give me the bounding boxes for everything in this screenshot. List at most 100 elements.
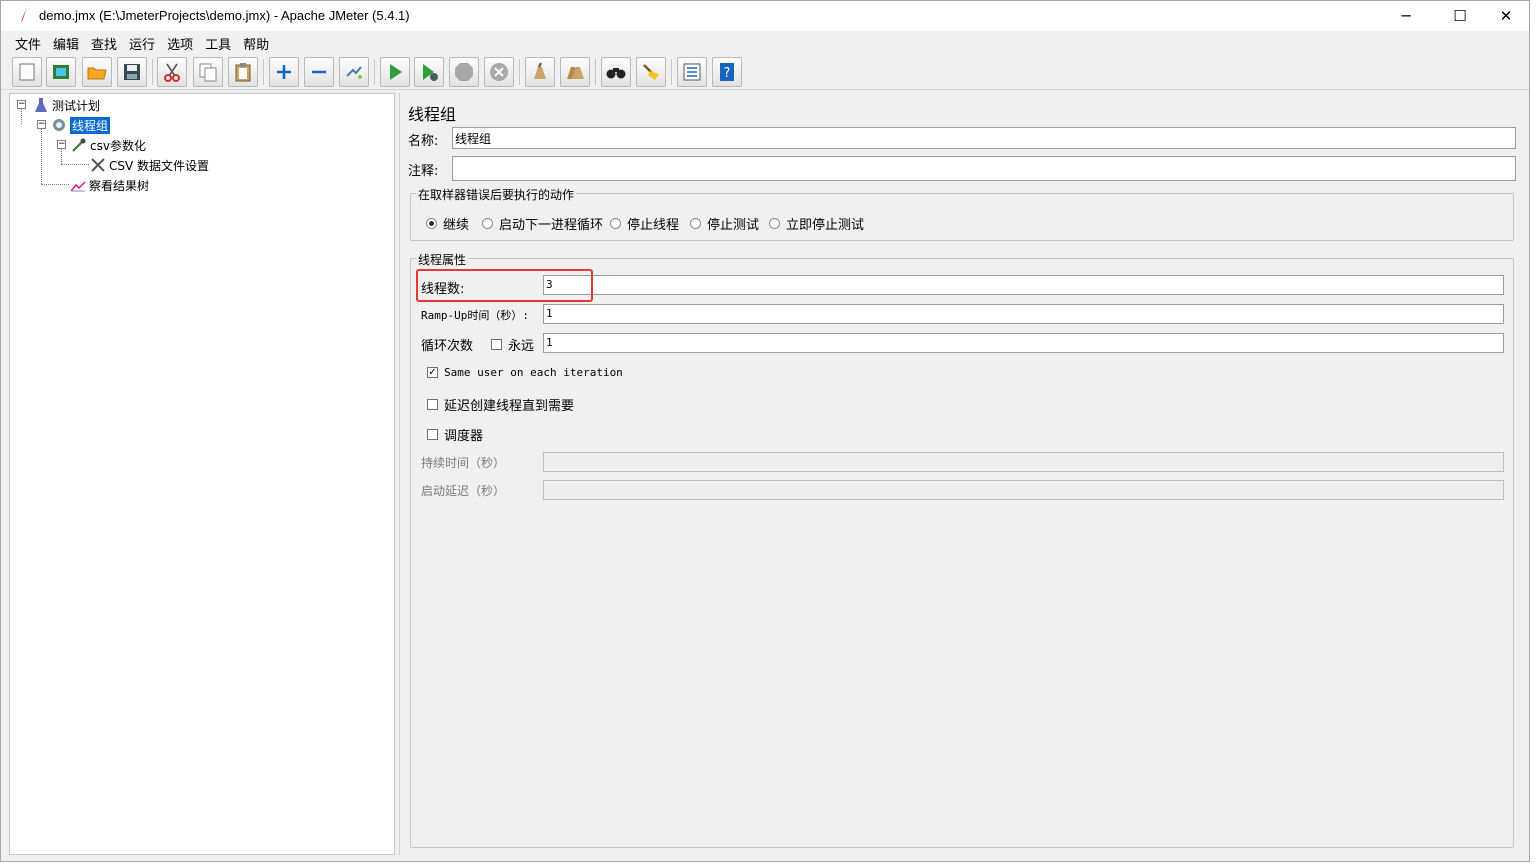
tree-node-csv-param[interactable]: csv参数化 — [70, 135, 146, 155]
paste-button[interactable] — [228, 57, 258, 87]
collapse-thread-group[interactable]: − — [37, 120, 46, 129]
reset-search-button[interactable] — [636, 57, 666, 87]
radio-dot — [426, 218, 437, 229]
toolbar-separator — [374, 59, 375, 85]
collapse-test-plan[interactable]: − — [17, 100, 26, 109]
radio-continue[interactable]: 继续 — [426, 214, 469, 233]
start-button[interactable] — [380, 57, 410, 87]
menu-bar: 文件 编辑 查找 运行 选项 工具 帮助 — [1, 31, 1529, 53]
reset-search-icon — [643, 64, 659, 80]
checkbox-box — [427, 429, 438, 440]
save-button[interactable] — [117, 57, 147, 87]
delay-thread-creation-checkbox[interactable]: 延迟创建线程直到需要 — [427, 395, 574, 414]
tree-node-thread-group[interactable]: 线程组 — [50, 115, 111, 135]
search-icon — [606, 68, 626, 79]
menu-file[interactable]: 文件 — [9, 31, 47, 53]
start-no-pause-button[interactable] — [414, 57, 444, 87]
stop-icon — [455, 63, 473, 81]
error-action-legend: 在取样器错误后要执行的动作 — [416, 186, 577, 203]
copy-button[interactable] — [193, 57, 223, 87]
tree-label-csv-param: csv参数化 — [90, 138, 146, 153]
clear-button[interactable] — [525, 57, 555, 87]
tree-node-csv-config[interactable]: CSV 数据文件设置 — [89, 155, 209, 175]
radio-dot — [769, 218, 780, 229]
loop-count-field[interactable]: 1 — [543, 333, 1504, 353]
tree-label-test-plan: 测试计划 — [52, 98, 101, 113]
open-button[interactable] — [82, 57, 112, 87]
save-icon — [124, 64, 140, 80]
menu-options[interactable]: 选项 — [161, 31, 199, 53]
collapse-button[interactable] — [304, 57, 334, 87]
checkbox-box — [491, 339, 502, 350]
thread-properties-legend: 线程属性 — [416, 251, 469, 268]
tree-node-test-plan[interactable]: 测试计划 — [32, 95, 100, 115]
start-no-pause-icon — [423, 64, 438, 81]
radio-stop-test[interactable]: 停止测试 — [690, 214, 759, 233]
minimize-button[interactable]: ─ — [1383, 1, 1429, 31]
open-icon — [87, 67, 107, 80]
threads-field[interactable]: 3 — [543, 275, 1504, 295]
shutdown-button[interactable] — [484, 57, 514, 87]
toolbar-separator — [263, 59, 264, 85]
window-title: demo.jmx (E:\JmeterProjects\demo.jmx) - … — [39, 8, 410, 23]
new-icon — [19, 63, 35, 81]
pane-splitter[interactable] — [395, 93, 400, 855]
radio-stop-thread[interactable]: 停止线程 — [610, 214, 679, 233]
radio-stop-test-now[interactable]: 立即停止测试 — [769, 214, 864, 233]
toggle-button[interactable] — [339, 57, 369, 87]
menu-run[interactable]: 运行 — [123, 31, 161, 53]
scheduler-checkbox[interactable]: 调度器 — [427, 425, 483, 444]
clear-all-button[interactable] — [560, 57, 590, 87]
clear-all-icon — [567, 67, 584, 79]
tree-label-csv-config: CSV 数据文件设置 — [109, 158, 210, 173]
collapse-csv-param[interactable]: − — [57, 140, 66, 149]
tree-node-results-tree[interactable]: 察看结果树 — [69, 175, 149, 195]
start-icon — [390, 64, 402, 80]
new-button[interactable] — [12, 57, 42, 87]
help-icon: ? — [720, 63, 734, 81]
checkmark-icon: ✓ — [427, 367, 438, 378]
menu-edit[interactable]: 编辑 — [47, 31, 85, 53]
templates-button[interactable] — [46, 57, 76, 87]
maximize-button[interactable]: ☐ — [1437, 1, 1483, 31]
stop-button[interactable] — [449, 57, 479, 87]
same-user-checkbox[interactable]: ✓ Same user on each iteration — [427, 366, 623, 379]
search-button[interactable] — [601, 57, 631, 87]
checkbox-box — [427, 399, 438, 410]
paste-icon — [235, 63, 251, 82]
radio-start-next-loop[interactable]: 启动下一进程循环 — [482, 214, 603, 233]
menu-search[interactable]: 查找 — [85, 31, 123, 53]
radio-label: 停止线程 — [627, 218, 680, 233]
chart-icon — [69, 176, 87, 194]
rampup-field[interactable]: 1 — [543, 304, 1504, 324]
tree-connector — [41, 128, 42, 184]
name-label: 名称: — [408, 134, 439, 149]
name-field[interactable]: 线程组 — [452, 127, 1516, 149]
comment-field[interactable] — [452, 156, 1516, 181]
loop-count-label: 循环次数 — [421, 339, 474, 354]
test-plan-icon — [32, 96, 50, 114]
close-button[interactable]: ✕ — [1483, 1, 1529, 31]
startup-delay-field — [543, 480, 1504, 500]
menu-tools[interactable]: 工具 — [199, 31, 237, 53]
help-button[interactable]: ? — [712, 57, 742, 87]
rampup-label: Ramp-Up时间（秒）: — [421, 309, 529, 322]
expand-button[interactable] — [269, 57, 299, 87]
radio-label: 继续 — [443, 218, 470, 233]
thread-group-editor: 线程组 名称: 线程组 注释: 在取样器错误后要执行的动作 继续 启动下一进程循… — [401, 93, 1527, 855]
tree-label-results-tree: 察看结果树 — [89, 178, 150, 193]
clear-icon — [534, 62, 546, 79]
toolbar-separator — [595, 59, 596, 85]
menu-help[interactable]: 帮助 — [237, 31, 275, 53]
tree-connector — [41, 184, 69, 185]
function-helper-button[interactable] — [677, 57, 707, 87]
toggle-icon — [346, 66, 362, 79]
same-user-label: Same user on each iteration — [444, 366, 623, 379]
toolbar-separator — [519, 59, 520, 85]
radio-label: 立即停止测试 — [786, 218, 865, 233]
cut-icon — [164, 63, 180, 82]
toolbar-separator — [671, 59, 672, 85]
collapse-icon — [312, 70, 326, 74]
cut-button[interactable] — [157, 57, 187, 87]
forever-checkbox[interactable]: 永远 — [491, 335, 534, 354]
